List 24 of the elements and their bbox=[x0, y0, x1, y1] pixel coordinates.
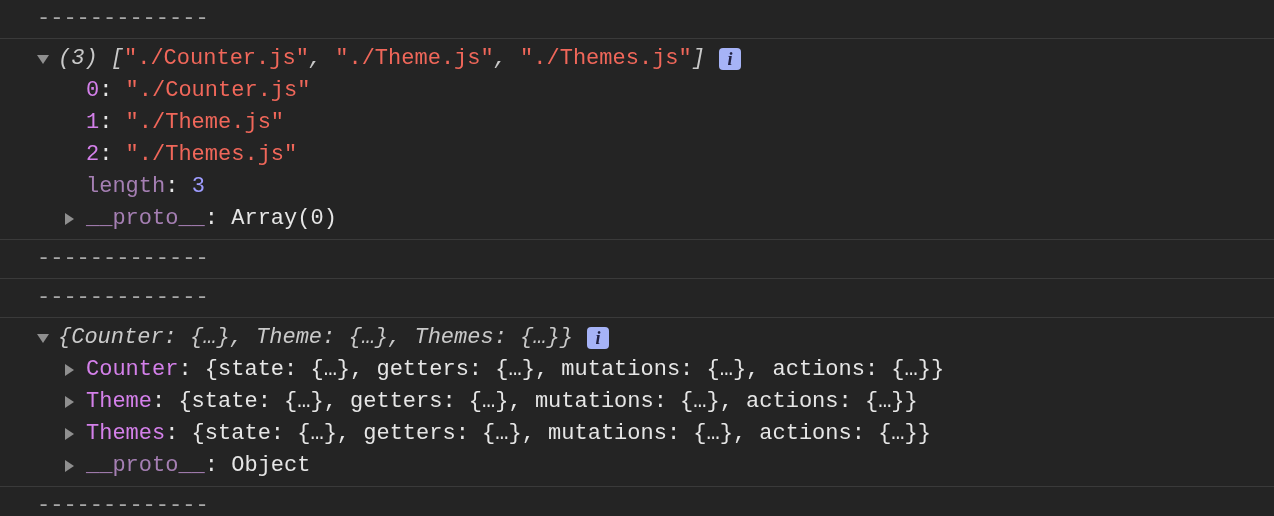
info-badge: i bbox=[718, 48, 741, 70]
expand-arrow-icon[interactable] bbox=[62, 459, 76, 473]
expand-arrow-icon[interactable] bbox=[62, 363, 76, 377]
property-entry: Counter: {state: {…}, getters: {…}, mutations: {…}, actions: {…}} bbox=[86, 356, 945, 384]
property-entry: length: 3 bbox=[86, 173, 205, 201]
object-summary[interactable]: (3) ["./Counter.js", "./Theme.js", "./Themes.js"] bbox=[58, 43, 705, 75]
log-message: ------------- bbox=[37, 493, 209, 516]
expand-arrow-icon[interactable] bbox=[62, 427, 76, 441]
collapse-arrow-icon[interactable] bbox=[36, 52, 50, 66]
collapse-arrow-icon[interactable] bbox=[36, 331, 50, 345]
log-message: ------------- bbox=[37, 285, 209, 310]
expand-arrow-icon[interactable] bbox=[62, 395, 76, 409]
object-summary[interactable]: {Counter: {…}, Theme: {…}, Themes: {…}} bbox=[58, 322, 573, 354]
log-message: ------------- bbox=[37, 246, 209, 271]
property-entry: 0: "./Counter.js" bbox=[86, 77, 311, 105]
property-entry: __proto__: Object bbox=[86, 452, 311, 480]
property-entry: __proto__: Array(0) bbox=[86, 205, 337, 233]
property-entry: 2: "./Themes.js" bbox=[86, 141, 298, 169]
expand-arrow-icon[interactable] bbox=[62, 212, 76, 226]
property-entry: Themes: {state: {…}, getters: {…}, mutations: {…}, actions: {…}} bbox=[86, 420, 931, 448]
property-entry: Theme: {state: {…}, getters: {…}, mutations: {…}, actions: {…}} bbox=[86, 388, 918, 416]
info-badge: i bbox=[586, 327, 609, 349]
log-message: ------------- bbox=[37, 6, 209, 31]
property-entry: 1: "./Theme.js" bbox=[86, 109, 285, 137]
